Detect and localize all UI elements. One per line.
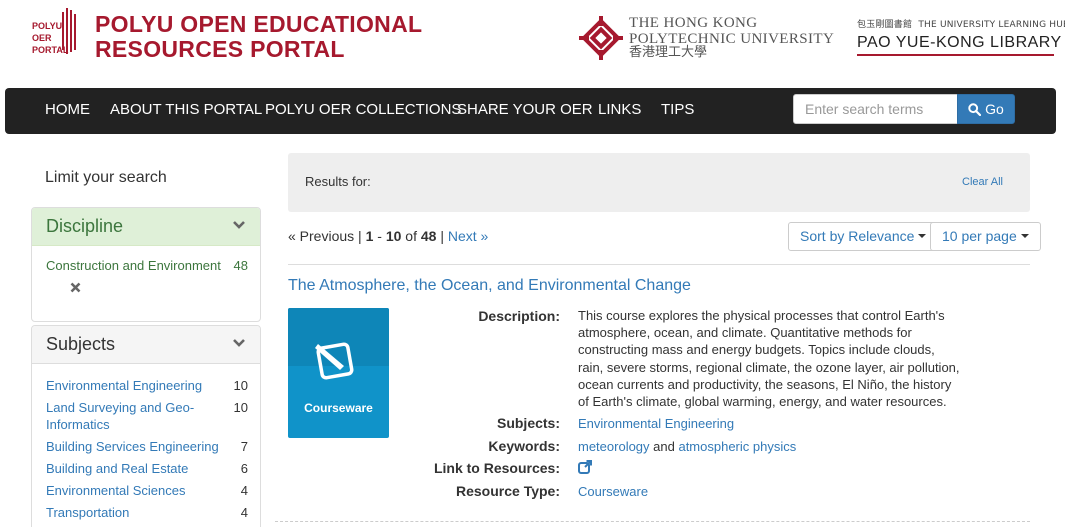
external-link-icon[interactable] (578, 460, 592, 477)
polyu-university-logo[interactable]: THE HONG KONG POLYTECHNIC UNIVERSITY 香港理… (577, 14, 834, 64)
search-icon (968, 103, 982, 117)
keyword-link[interactable]: meteorology (578, 439, 650, 454)
subjects-facet: Subjects Environmental Engineering 10 La… (31, 325, 261, 527)
chevron-down-icon (233, 221, 245, 229)
record-divider (275, 521, 1030, 522)
subject-count: 6 (240, 461, 248, 476)
nav-share-your-oer[interactable]: SHARE YOUR OER (457, 88, 593, 134)
library-name: PAO YUE-KONG LIBRARY (857, 34, 1062, 51)
keywords-value: meteorology and atmospheric physics (578, 439, 797, 454)
resource-type-link[interactable]: Courseware (578, 484, 648, 499)
subject-count: 4 (240, 505, 248, 520)
subject-item: Land Surveying and Geo-Informatics 10 (46, 399, 248, 433)
subject-link[interactable]: Building Services Engineering (46, 438, 226, 455)
discipline-facet-header[interactable]: Discipline (32, 208, 260, 246)
caret-down-icon (918, 234, 927, 238)
caret-down-icon (1020, 234, 1029, 238)
nav-home[interactable]: HOME (45, 88, 90, 134)
clear-all-link[interactable]: Clear All (962, 176, 1003, 188)
keywords-label: Keywords: (488, 438, 560, 454)
logo-small-text: POLYU OER PORTAL (32, 21, 69, 55)
remove-filter-icon[interactable] (70, 280, 81, 296)
library-underline (857, 54, 1054, 56)
description-value: This course explores the physical proces… (578, 308, 960, 410)
subjects-facet-header[interactable]: Subjects (32, 326, 260, 364)
university-name-zh: 香港理工大學 (629, 45, 708, 60)
discipline-count: 48 (233, 258, 248, 273)
nav-tips[interactable]: TIPS (661, 88, 694, 134)
next-link[interactable]: Next » (448, 228, 488, 244)
divider (288, 264, 1030, 265)
pagination-info: « Previous | 1 - 10 of 48 | Next » (288, 228, 489, 244)
subject-item: Transportation 4 (46, 504, 248, 521)
sort-dropdown[interactable]: Sort by Relevance (788, 222, 939, 251)
nav-polyu-oer-collections[interactable]: POLYU OER COLLECTIONS (265, 88, 461, 134)
subject-item: Environmental Sciences 4 (46, 482, 248, 499)
nav-about-portal[interactable]: ABOUT THIS PORTAL (110, 88, 262, 134)
subject-count: 4 (240, 483, 248, 498)
subject-count: 10 (233, 400, 248, 415)
polyu-oer-logo[interactable]: POLYU OER PORTAL (32, 8, 84, 64)
search-go-button[interactable]: Go (957, 94, 1015, 124)
subject-link[interactable]: Building and Real Estate (46, 460, 226, 477)
keyword-link[interactable]: atmospheric physics (678, 439, 796, 454)
nav-links[interactable]: LINKS (598, 88, 641, 134)
discipline-facet: Discipline Construction and Environment … (31, 207, 261, 322)
subject-link[interactable]: Transportation (46, 504, 226, 521)
subjects-value: Environmental Engineering (578, 416, 734, 431)
subjects-label: Subjects: (496, 415, 560, 431)
main-navbar: HOME ABOUT THIS PORTAL POLYU OER COLLECT… (5, 88, 1056, 134)
library-logo[interactable]: 包玉剛圖書館 THE UNIVERSITY LEARNING HUB PAO Y… (857, 20, 1065, 60)
edit-document-icon (315, 342, 354, 380)
results-for-label: Results for: (305, 174, 371, 189)
subject-count: 10 (233, 378, 248, 393)
previous-link: « Previous (288, 228, 355, 244)
courseware-thumbnail[interactable]: Courseware (288, 308, 389, 438)
subject-link[interactable]: Land Surveying and Geo-Informatics (46, 399, 196, 433)
portal-title[interactable]: POLYU OPEN EDUCATIONAL RESOURCES PORTAL (95, 12, 422, 62)
subject-link[interactable]: Environmental Engineering (46, 377, 206, 394)
resource-type-label: Resource Type: (456, 483, 560, 499)
university-name: THE HONG KONG POLYTECHNIC UNIVERSITY (629, 15, 835, 47)
subject-count: 7 (240, 439, 248, 454)
resource-type-value: Courseware (578, 484, 648, 499)
polyu-emblem-icon (579, 16, 623, 60)
subject-record-link[interactable]: Environmental Engineering (578, 416, 734, 431)
subject-item: Environmental Engineering 10 (46, 377, 248, 394)
selected-discipline: Construction and Environment 48 (46, 258, 248, 273)
per-page-dropdown[interactable]: 10 per page (930, 222, 1041, 251)
record-title-link[interactable]: The Atmosphere, the Ocean, and Environme… (288, 277, 691, 295)
subject-item: Building and Real Estate 6 (46, 460, 248, 477)
thumbnail-label: Courseware (304, 401, 373, 415)
subject-item: Building Services Engineering 7 (46, 438, 248, 455)
constraints-bar: Results for: Clear All (288, 153, 1030, 212)
link-label: Link to Resources: (433, 460, 560, 476)
chevron-down-icon (233, 339, 245, 347)
library-subtitle: 包玉剛圖書館 THE UNIVERSITY LEARNING HUB (857, 20, 1065, 30)
subject-link[interactable]: Environmental Sciences (46, 482, 226, 499)
search-input[interactable] (793, 94, 959, 124)
site-header: POLYU OER PORTAL POLYU OPEN EDUCATIONAL … (0, 0, 1065, 88)
description-label: Description: (478, 308, 560, 324)
limit-search-title: Limit your search (45, 169, 167, 186)
